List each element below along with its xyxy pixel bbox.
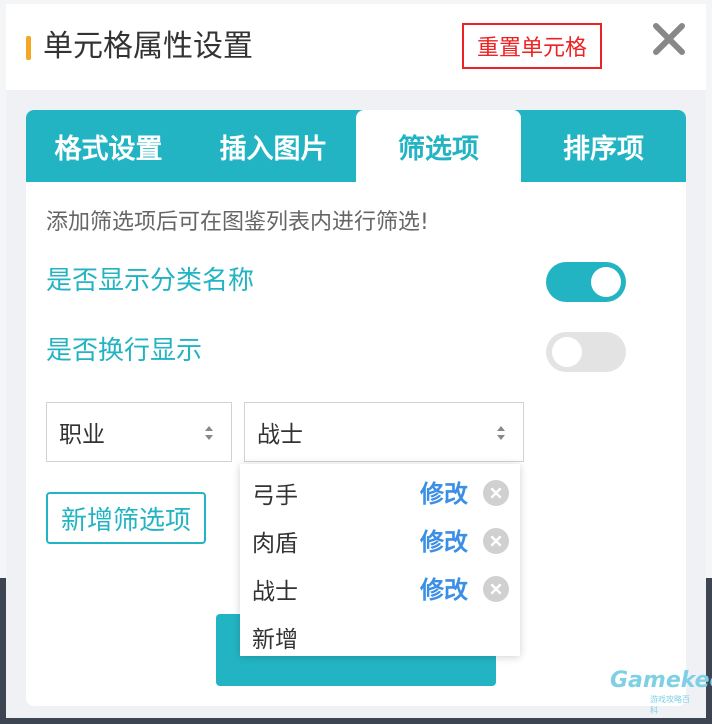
filter-options-dropdown: 弓手 修改 肉盾 修改 战士 修改 新增 (240, 464, 520, 656)
filter-value-select[interactable]: 战士 (244, 402, 524, 462)
add-option-item[interactable]: 新增 (240, 612, 520, 660)
wrap-display-label: 是否换行显示 (46, 336, 203, 366)
add-filter-button[interactable]: 新增筛选项 (46, 492, 206, 544)
edit-option-link[interactable]: 修改 (420, 522, 468, 557)
wrap-display-toggle[interactable] (546, 332, 626, 372)
option-label: 战士 (252, 579, 298, 605)
close-icon[interactable] (650, 20, 688, 58)
reset-cell-button[interactable]: 重置单元格 (462, 23, 602, 69)
tab-insert-image[interactable]: 插入图片 (191, 110, 356, 182)
option-label: 弓手 (252, 483, 298, 509)
toggle-knob (591, 267, 621, 297)
dialog-title: 单元格属性设置 (43, 29, 253, 64)
edit-option-link[interactable]: 修改 (420, 570, 468, 605)
select-caret-icon (497, 426, 505, 440)
dialog-header: 单元格属性设置 重置单元格 (6, 4, 706, 90)
tab-format-settings[interactable]: 格式设置 (26, 110, 191, 182)
filter-value-select-value: 战士 (257, 422, 303, 448)
delete-option-icon[interactable] (483, 576, 509, 602)
show-category-name-toggle[interactable] (546, 262, 626, 302)
delete-option-icon[interactable] (483, 480, 509, 506)
category-select[interactable]: 职业 (46, 402, 232, 462)
option-label: 肉盾 (252, 531, 298, 557)
title-accent-bar (26, 36, 31, 60)
tab-filters[interactable]: 筛选项 (356, 110, 521, 182)
tab-sort[interactable]: 排序项 (521, 110, 686, 182)
category-select-value: 职业 (59, 422, 105, 448)
delete-option-icon[interactable] (483, 528, 509, 554)
show-category-name-label: 是否显示分类名称 (46, 266, 255, 296)
gamekee-logo: Gamekee 游戏攻略百科 (610, 668, 712, 715)
option-label: 新增 (252, 627, 298, 653)
logo-wordmark: Gamekee (610, 668, 712, 693)
option-item[interactable]: 肉盾 修改 (240, 516, 520, 564)
tab-bar: 格式设置 插入图片 筛选项 排序项 (26, 110, 686, 182)
option-item[interactable]: 弓手 修改 (240, 468, 520, 516)
select-caret-icon (205, 426, 213, 440)
edit-option-link[interactable]: 修改 (420, 474, 468, 509)
logo-subtitle: 游戏攻略百科 (650, 695, 690, 715)
option-item[interactable]: 战士 修改 (240, 564, 520, 612)
toggle-knob (552, 337, 582, 367)
filter-hint: 添加筛选项后可在图鉴列表内进行筛选! (46, 210, 429, 235)
